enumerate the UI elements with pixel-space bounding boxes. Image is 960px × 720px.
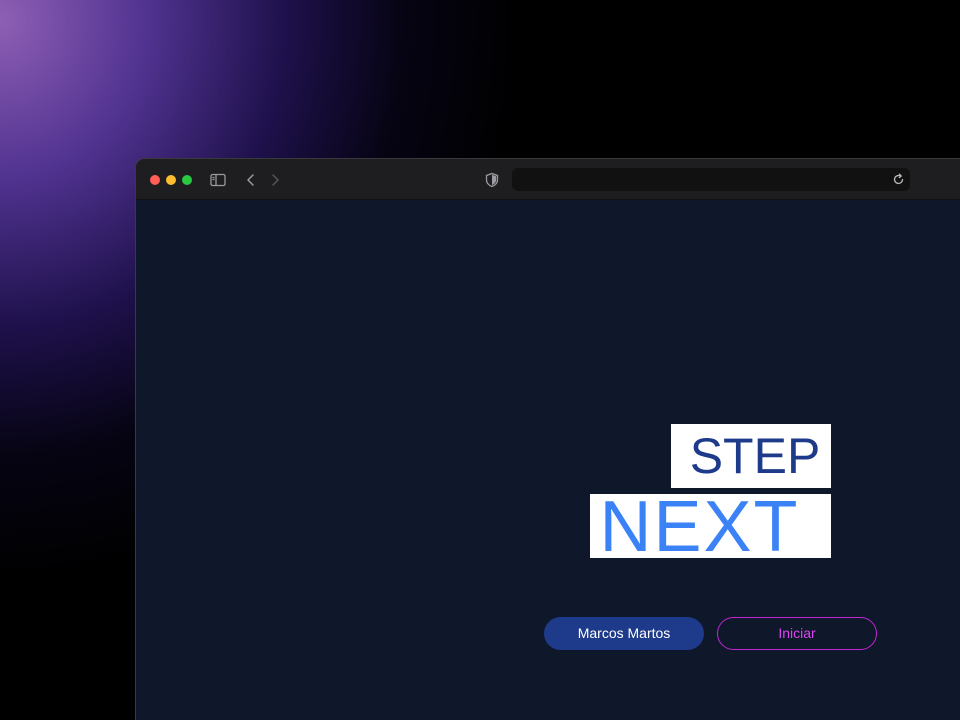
maximize-window-button[interactable] xyxy=(182,175,192,185)
logo-step-text: STEP xyxy=(671,424,831,488)
sidebar-icon[interactable] xyxy=(209,171,227,189)
chevron-left-icon[interactable] xyxy=(242,171,260,189)
shield-icon[interactable] xyxy=(483,171,501,189)
start-button[interactable]: Iniciar xyxy=(717,617,877,650)
browser-toolbar xyxy=(136,159,960,200)
close-window-button[interactable] xyxy=(150,175,160,185)
page-content: STEP NEXT Marcos Martos Iniciar xyxy=(136,200,960,720)
browser-window: STEP NEXT Marcos Martos Iniciar xyxy=(135,158,960,720)
chevron-right-icon[interactable] xyxy=(266,171,284,189)
logo-next-text: NEXT xyxy=(590,491,831,563)
address-bar[interactable] xyxy=(512,168,910,191)
user-button[interactable]: Marcos Martos xyxy=(544,617,704,650)
reload-icon[interactable] xyxy=(891,172,906,187)
minimize-window-button[interactable] xyxy=(166,175,176,185)
